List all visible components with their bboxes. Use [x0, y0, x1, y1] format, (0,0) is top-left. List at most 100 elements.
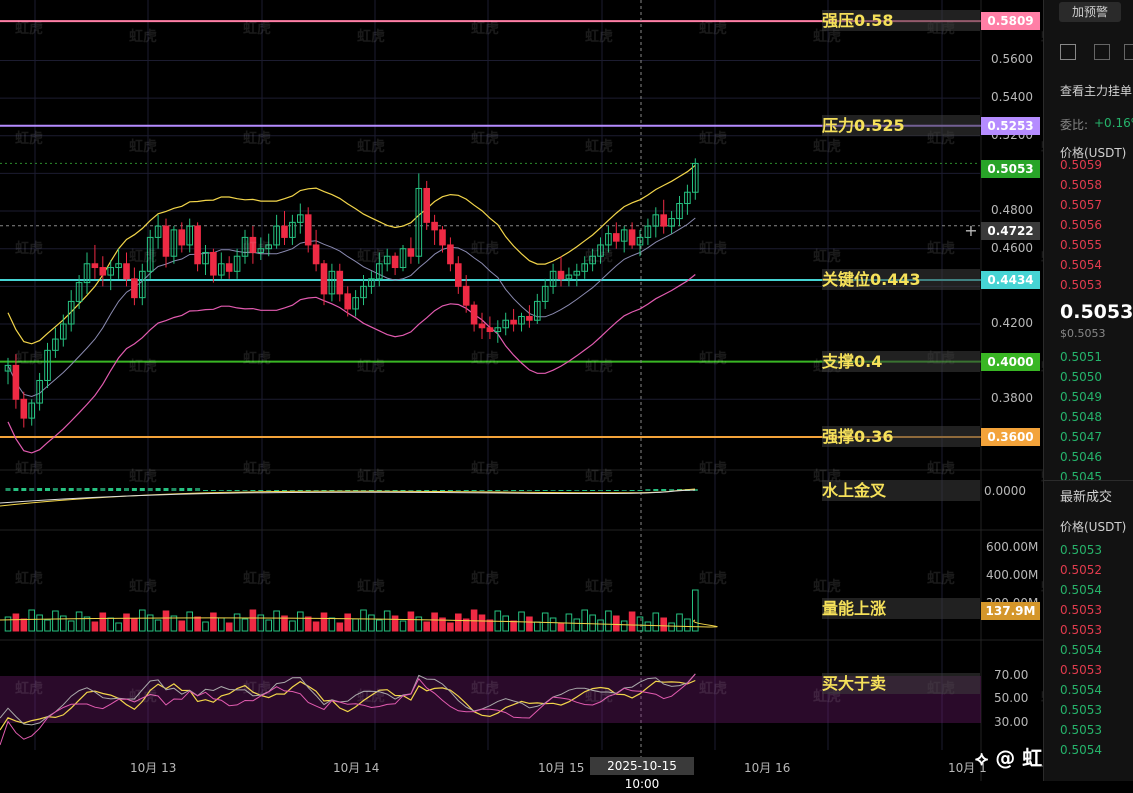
macd-bar [171, 488, 177, 491]
macd-bar [100, 488, 106, 491]
bid-price[interactable]: 0.5050 [1060, 370, 1102, 384]
macd-bar [226, 490, 232, 491]
macd-label: 水上金叉 [822, 480, 980, 501]
ask-price[interactable]: 0.5055 [1060, 238, 1102, 252]
macd-bar [250, 490, 256, 491]
volume-bar [391, 615, 399, 632]
macd-bar [5, 488, 11, 491]
volume-bar [636, 616, 644, 632]
volume-last-value: 137.9M [985, 604, 1036, 618]
volume-bar [115, 622, 122, 632]
volume-bar [605, 610, 612, 632]
rsi-tick-30: 30.00 [994, 715, 1029, 729]
volume-last-badge: 137.9M [981, 602, 1040, 620]
candle-body [336, 270, 344, 295]
macd-bar [179, 488, 185, 491]
candle-body [249, 236, 257, 253]
macd-bar [558, 490, 564, 491]
volume-bar [336, 622, 344, 632]
macd-bar [574, 490, 580, 491]
volume-bar [620, 620, 628, 632]
rsi-tick-50: 50.00 [994, 691, 1029, 705]
macd-bar [511, 490, 517, 491]
macd-bar [550, 490, 556, 491]
volume-bar [526, 616, 533, 632]
last-price: 0.5053 [987, 162, 1034, 176]
macd-bar [479, 490, 485, 491]
macd-bar [139, 488, 145, 491]
macd-bar [495, 490, 501, 491]
ask-price[interactable]: 0.5054 [1060, 258, 1102, 272]
macd-bar [542, 490, 548, 491]
ask-price[interactable]: 0.5053 [1060, 278, 1102, 292]
trade-price: 0.5053 [1060, 603, 1102, 617]
volume-bar [589, 614, 596, 632]
layout-asks-icon[interactable] [1124, 44, 1133, 60]
volume-bar [91, 621, 99, 632]
candle-body [225, 263, 233, 272]
volume-bar [510, 620, 517, 632]
candle-body [557, 270, 565, 280]
time-tick: 10月 16 [744, 761, 791, 775]
candle-body [20, 398, 28, 419]
bid-price[interactable]: 0.5051 [1060, 350, 1102, 364]
volume-tick-600: 600.00M [986, 540, 1039, 554]
macd-bar [68, 488, 74, 491]
level-price-badge: 0.5253 [981, 116, 1040, 135]
volume-bar [376, 619, 383, 632]
volume-bar [28, 609, 35, 632]
level-price-badge: 0.4000 [981, 352, 1040, 371]
candle-body [486, 327, 494, 333]
trade-price: 0.5054 [1060, 643, 1102, 657]
candle-body [131, 278, 138, 299]
macd-bar [526, 490, 532, 491]
macd-bar [13, 488, 19, 491]
add-alert-icon[interactable]: + [962, 222, 980, 240]
macd-bar [242, 490, 248, 491]
macd-bar [566, 490, 572, 491]
order-book-link[interactable]: 查看主力挂单 [1060, 82, 1132, 99]
bid-price[interactable]: 0.5049 [1060, 390, 1102, 404]
volume-bar [383, 610, 391, 632]
bid-price[interactable]: 0.5046 [1060, 450, 1102, 464]
trades-title[interactable]: 最新成交 [1060, 486, 1112, 505]
volume-bar [684, 618, 691, 632]
macd-bar [163, 488, 169, 491]
volume-bar [581, 609, 589, 632]
volume-bar [210, 612, 217, 632]
candle-body [178, 229, 186, 246]
time-tick: 10月 13 [130, 761, 177, 775]
candle-body [210, 251, 217, 276]
add-alarm-button[interactable]: 加预警 [1059, 2, 1121, 22]
time-tick: 10月 15 [538, 761, 585, 775]
bid-price[interactable]: 0.5047 [1060, 430, 1102, 444]
ask-price[interactable]: 0.5056 [1060, 218, 1102, 232]
volume-bar [320, 612, 328, 632]
ask-price[interactable]: 0.5057 [1060, 198, 1102, 212]
macd-bar [52, 488, 58, 491]
bid-price[interactable]: 0.5045 [1060, 470, 1102, 484]
bid-price[interactable]: 0.5048 [1060, 410, 1102, 424]
candle-body [470, 304, 478, 325]
volume-bar [447, 622, 454, 632]
macd-bar [629, 490, 635, 491]
volume-bar [99, 612, 107, 632]
level-price-badge: 0.5809 [981, 12, 1040, 31]
ask-price[interactable]: 0.5059 [1060, 158, 1102, 172]
volume-bar [44, 619, 51, 632]
candle-body [99, 267, 107, 276]
volume-bar [534, 621, 541, 632]
layout-bids-icon[interactable] [1094, 44, 1110, 60]
layout-both-icon[interactable] [1060, 44, 1076, 60]
macd-bar [653, 489, 659, 491]
volume-bar [660, 617, 668, 632]
volume-bar [478, 614, 486, 632]
macd-bar [124, 488, 129, 491]
signal-line [0, 489, 696, 504]
crosshair-price-badge: 0.4722 [981, 222, 1040, 240]
level-price-badge: 0.4434 [981, 270, 1040, 289]
ask-price[interactable]: 0.5058 [1060, 178, 1102, 192]
volume-bar [202, 621, 209, 632]
macd-bar [605, 490, 611, 491]
volume-label: 量能上涨 [822, 598, 980, 619]
